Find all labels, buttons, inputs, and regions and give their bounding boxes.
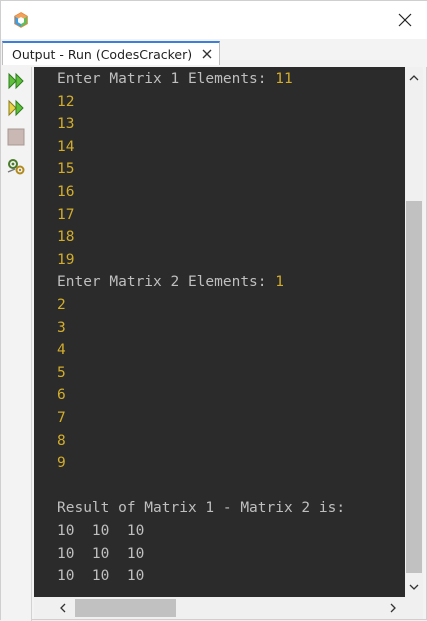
console-user-input: 4 (57, 342, 66, 359)
console-line: 10 10 10 (57, 545, 144, 563)
console-user-input: 8 (57, 432, 66, 449)
console-user-input: 2 (57, 297, 66, 313)
console-line: 10 10 10 (57, 567, 144, 585)
console-line: 12 (57, 93, 74, 111)
console-line: 5 (57, 364, 66, 382)
console-line: Result of Matrix 1 - Matrix 2 is: (57, 499, 345, 517)
console-user-input: 14 (57, 138, 75, 155)
console-line: Enter Matrix 2 Elements: 1 (57, 273, 284, 291)
console-line: 13 (57, 115, 74, 133)
console-line: 16 (57, 183, 74, 201)
app-logo-icon (14, 12, 28, 28)
console-output-text: Enter Matrix 1 Elements: (57, 71, 276, 87)
console-user-input: 15 (57, 161, 75, 178)
scroll-down-arrow-icon[interactable] (408, 581, 420, 593)
console-line: 3 (57, 319, 66, 337)
console-user-input: 18 (57, 229, 75, 246)
console-user-input: 16 (57, 184, 75, 200)
console-output-text: 10 10 10 (57, 545, 145, 562)
console-line: 18 (57, 228, 74, 246)
settings-icon[interactable] (6, 156, 26, 176)
console-line: 6 (57, 386, 66, 404)
console-line: 19 (57, 251, 74, 269)
close-tab-icon[interactable] (201, 48, 213, 60)
console-user-input: 6 (57, 387, 66, 404)
console-output-text: Enter Matrix 2 Elements: (57, 274, 276, 291)
title-bar (1, 1, 427, 39)
console-user-input: 5 (57, 364, 66, 381)
console-line: Enter Matrix 1 Elements: 11 (57, 70, 293, 88)
console-line: 15 (57, 160, 74, 178)
console-line: 9 (57, 454, 66, 472)
console-output-text: 10 10 10 (57, 523, 145, 539)
console-user-input: 13 (57, 116, 75, 133)
close-window-button[interactable] (390, 5, 420, 35)
close-icon (398, 13, 412, 27)
tab-output-run[interactable]: Output - Run (CodesCracker) (2, 41, 220, 65)
rerun-with-options-icon[interactable] (6, 98, 26, 118)
console-user-input: 12 (57, 93, 75, 110)
scroll-left-arrow-icon[interactable] (57, 602, 69, 614)
console-line: 8 (57, 432, 66, 450)
console-user-input: 11 (275, 71, 293, 87)
console-output[interactable]: Enter Matrix 1 Elements: 11 12 13 14 15 16 17 1… (34, 67, 405, 597)
console-user-input: 19 (57, 251, 75, 268)
console-user-input: 3 (57, 319, 66, 336)
console-output-text: 10 10 10 (57, 568, 145, 585)
console-user-input: 17 (57, 206, 75, 223)
console-user-input: 1 (275, 274, 284, 291)
console-line: 2 (57, 296, 66, 314)
console-user-input: 7 (57, 410, 66, 426)
console-output-text: Result of Matrix 1 - Matrix 2 is: (57, 500, 346, 517)
console-line: 10 10 10 (57, 522, 144, 540)
scroll-right-arrow-icon[interactable] (387, 602, 399, 614)
horizontal-scroll-thumb[interactable] (75, 599, 176, 617)
output-toolbar (1, 67, 32, 621)
tab-label: Output - Run (CodesCracker) (12, 46, 193, 62)
output-window: Output - Run (CodesCracker) Enter Matrix (0, 0, 427, 621)
console-line: 4 (57, 341, 66, 359)
tab-bar: Output - Run (CodesCracker) (1, 39, 427, 67)
rerun-icon[interactable] (6, 71, 26, 91)
scroll-up-arrow-icon[interactable] (408, 72, 420, 84)
console-line: 14 (57, 138, 74, 156)
console-line: 7 (57, 409, 66, 427)
stop-icon[interactable] (6, 127, 26, 147)
console-user-input: 9 (57, 455, 66, 472)
console-line: 17 (57, 206, 74, 224)
vertical-scroll-thumb[interactable] (406, 201, 422, 573)
